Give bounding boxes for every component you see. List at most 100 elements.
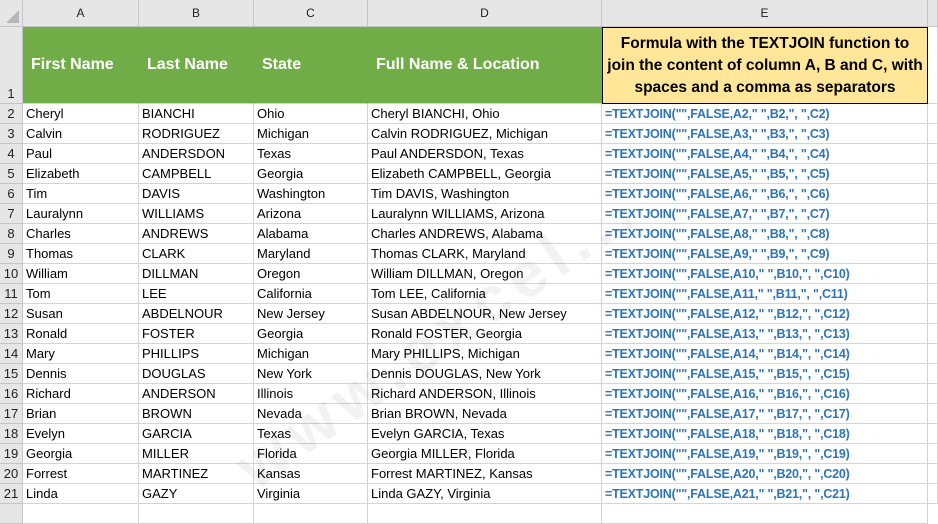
cell-formula[interactable]: =TEXTJOIN("",FALSE,A21," ",B21,", ",C21) xyxy=(602,484,928,504)
row-header[interactable]: 1 xyxy=(0,27,23,104)
cell-last-name[interactable]: GARCIA xyxy=(139,424,254,444)
cell-first-name[interactable]: Cheryl xyxy=(23,104,139,124)
row-header[interactable]: 2 xyxy=(0,104,23,124)
column-header-b[interactable]: B xyxy=(139,0,254,27)
cell-full-name-location[interactable]: Ronald FOSTER, Georgia xyxy=(368,324,602,344)
cell-state[interactable]: Michigan xyxy=(254,124,368,144)
cell-last-name[interactable]: MILLER xyxy=(139,444,254,464)
cell-last-name[interactable]: BROWN xyxy=(139,404,254,424)
cell-first-name[interactable]: Calvin xyxy=(23,124,139,144)
cell-last-name[interactable]: ANDERSDON xyxy=(139,144,254,164)
row-header[interactable]: 5 xyxy=(0,164,23,184)
cell-full-name-location[interactable]: Elizabeth CAMPBELL, Georgia xyxy=(368,164,602,184)
cell-full-name-location[interactable]: Calvin RODRIGUEZ, Michigan xyxy=(368,124,602,144)
cell-full-name-location[interactable]: Lauralynn WILLIAMS, Arizona xyxy=(368,204,602,224)
header-last-name[interactable]: Last Name xyxy=(139,27,254,104)
cell-first-name[interactable]: Thomas xyxy=(23,244,139,264)
cell-formula[interactable]: =TEXTJOIN("",FALSE,A15," ",B15,", ",C15) xyxy=(602,364,928,384)
cell-formula[interactable]: =TEXTJOIN("",FALSE,A12," ",B12,", ",C12) xyxy=(602,304,928,324)
row-header[interactable] xyxy=(0,504,23,524)
row-header[interactable]: 6 xyxy=(0,184,23,204)
empty-cell[interactable] xyxy=(928,404,938,424)
empty-cell[interactable] xyxy=(928,464,938,484)
empty-cell[interactable] xyxy=(368,504,602,524)
column-header-e[interactable]: E xyxy=(602,0,928,27)
empty-cell[interactable] xyxy=(928,484,938,504)
header-formula-description[interactable]: Formula with the TEXTJOIN function to jo… xyxy=(602,27,928,104)
cell-formula[interactable]: =TEXTJOIN("",FALSE,A2," ",B2,", ",C2) xyxy=(602,104,928,124)
row-header[interactable]: 17 xyxy=(0,404,23,424)
row-header[interactable]: 10 xyxy=(0,264,23,284)
empty-cell[interactable] xyxy=(928,424,938,444)
empty-cell[interactable] xyxy=(928,164,938,184)
column-header-d[interactable]: D xyxy=(368,0,602,27)
row-header[interactable]: 18 xyxy=(0,424,23,444)
row-header[interactable]: 20 xyxy=(0,464,23,484)
empty-cell[interactable] xyxy=(254,504,368,524)
cell-state[interactable]: Florida xyxy=(254,444,368,464)
empty-cell[interactable] xyxy=(928,364,938,384)
cell-first-name[interactable]: Brian xyxy=(23,404,139,424)
header-state[interactable]: State xyxy=(254,27,368,104)
cell-last-name[interactable]: RODRIGUEZ xyxy=(139,124,254,144)
empty-cell[interactable] xyxy=(928,144,938,164)
empty-cell[interactable] xyxy=(928,284,938,304)
cell-formula[interactable]: =TEXTJOIN("",FALSE,A14," ",B14,", ",C14) xyxy=(602,344,928,364)
cell-last-name[interactable]: LEE xyxy=(139,284,254,304)
cell-full-name-location[interactable]: Tom LEE, California xyxy=(368,284,602,304)
cell-full-name-location[interactable]: Thomas CLARK, Maryland xyxy=(368,244,602,264)
cell-state[interactable]: Illinois xyxy=(254,384,368,404)
cell-last-name[interactable]: BIANCHI xyxy=(139,104,254,124)
row-header[interactable]: 15 xyxy=(0,364,23,384)
empty-cell[interactable] xyxy=(928,184,938,204)
row-header[interactable]: 11 xyxy=(0,284,23,304)
cell-state[interactable]: California xyxy=(254,284,368,304)
cell-first-name[interactable]: Susan xyxy=(23,304,139,324)
cell-last-name[interactable]: ANDERSON xyxy=(139,384,254,404)
cell-formula[interactable]: =TEXTJOIN("",FALSE,A5," ",B5,", ",C5) xyxy=(602,164,928,184)
cell-formula[interactable]: =TEXTJOIN("",FALSE,A17," ",B17,", ",C17) xyxy=(602,404,928,424)
cell-full-name-location[interactable]: Linda GAZY, Virginia xyxy=(368,484,602,504)
header-first-name[interactable]: First Name xyxy=(23,27,139,104)
row-header[interactable]: 4 xyxy=(0,144,23,164)
cell-full-name-location[interactable]: Charles ANDREWS, Alabama xyxy=(368,224,602,244)
cell-last-name[interactable]: WILLIAMS xyxy=(139,204,254,224)
cell-full-name-location[interactable]: Dennis DOUGLAS, New York xyxy=(368,364,602,384)
empty-cell[interactable] xyxy=(928,244,938,264)
cell-state[interactable]: Texas xyxy=(254,144,368,164)
row-header[interactable]: 3 xyxy=(0,124,23,144)
cell-first-name[interactable]: Ronald xyxy=(23,324,139,344)
cell-formula[interactable]: =TEXTJOIN("",FALSE,A4," ",B4,", ",C4) xyxy=(602,144,928,164)
header-full-name-location[interactable]: Full Name & Location xyxy=(368,27,602,104)
cell-last-name[interactable]: DILLMAN xyxy=(139,264,254,284)
empty-cell[interactable] xyxy=(928,264,938,284)
cell-state[interactable]: Oregon xyxy=(254,264,368,284)
cell-full-name-location[interactable]: Susan ABDELNOUR, New Jersey xyxy=(368,304,602,324)
cell-full-name-location[interactable]: Georgia MILLER, Florida xyxy=(368,444,602,464)
cell-full-name-location[interactable]: Mary PHILLIPS, Michigan xyxy=(368,344,602,364)
cell-first-name[interactable]: Richard xyxy=(23,384,139,404)
column-header-c[interactable]: C xyxy=(254,0,368,27)
cell-last-name[interactable]: ANDREWS xyxy=(139,224,254,244)
row-header[interactable]: 16 xyxy=(0,384,23,404)
empty-cell[interactable] xyxy=(602,504,928,524)
cell-state[interactable]: Alabama xyxy=(254,224,368,244)
cell-state[interactable]: Georgia xyxy=(254,164,368,184)
row-header[interactable]: 8 xyxy=(0,224,23,244)
cell-formula[interactable]: =TEXTJOIN("",FALSE,A7," ",B7,", ",C7) xyxy=(602,204,928,224)
cell-last-name[interactable]: PHILLIPS xyxy=(139,344,254,364)
empty-cell[interactable] xyxy=(928,224,938,244)
cell-first-name[interactable]: Charles xyxy=(23,224,139,244)
select-all-corner[interactable] xyxy=(0,0,23,27)
cell-state[interactable]: Georgia xyxy=(254,324,368,344)
cell-state[interactable]: Arizona xyxy=(254,204,368,224)
cell-formula[interactable]: =TEXTJOIN("",FALSE,A16," ",B16,", ",C16) xyxy=(602,384,928,404)
empty-cell[interactable] xyxy=(928,444,938,464)
cell-first-name[interactable]: Lauralynn xyxy=(23,204,139,224)
column-header-a[interactable]: A xyxy=(23,0,139,27)
cell-formula[interactable]: =TEXTJOIN("",FALSE,A6," ",B6,", ",C6) xyxy=(602,184,928,204)
cell-first-name[interactable]: Evelyn xyxy=(23,424,139,444)
cell-state[interactable]: Michigan xyxy=(254,344,368,364)
row-header[interactable]: 7 xyxy=(0,204,23,224)
cell-formula[interactable]: =TEXTJOIN("",FALSE,A11," ",B11,", ",C11) xyxy=(602,284,928,304)
